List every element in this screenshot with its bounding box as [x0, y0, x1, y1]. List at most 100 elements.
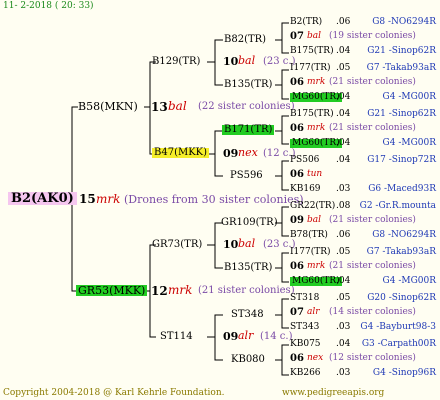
gen4-queen[interactable]: B78(TR): [290, 231, 328, 240]
gen4-queen[interactable]: B2(TR): [290, 18, 322, 27]
gen4-drone-breed: mrk: [307, 77, 326, 87]
gen4-source[interactable]: G7 -Takab93aR: [367, 248, 436, 257]
gen4-value: .03: [336, 322, 351, 332]
gen2-breed: alr: [238, 329, 254, 342]
gen4-source[interactable]: G3 -Carpath00R: [362, 340, 436, 349]
gen4-source[interactable]: G4 -MG00R: [383, 139, 436, 148]
gen2-queen[interactable]: B47(MKK): [152, 148, 210, 158]
gen4-drone-breed: tun: [307, 169, 323, 179]
gen4-source[interactable]: G17 -Sinop72R: [367, 156, 436, 165]
gen4-queen[interactable]: ST343: [290, 323, 319, 332]
gen2-breed: bal: [238, 237, 256, 250]
root-year: 15: [79, 192, 96, 206]
site-link[interactable]: www.pedigreeapis.org: [282, 389, 384, 398]
gen1-queen[interactable]: B58(MKN): [78, 101, 138, 112]
gen4-drone-breed: alr: [307, 307, 320, 317]
gen3-queen[interactable]: B135(TR): [224, 80, 272, 90]
gen2-year: 10: [223, 238, 239, 251]
gen4-value: .04: [336, 138, 351, 148]
gen1-queen[interactable]: GR53(MKK): [76, 285, 148, 296]
copyright-text: Copyright 2004-2018 @ Karl Kehrle Founda…: [3, 388, 225, 398]
gen4-queen[interactable]: MG60(TR): [290, 277, 342, 286]
gen4-value: .05: [336, 63, 351, 73]
gen1-note: (21 sister colonies): [198, 285, 295, 296]
gen4-drone-note: (21 sister colonies): [329, 123, 416, 133]
gen4-drone-year: 06: [290, 123, 304, 134]
gen4-value: .05: [336, 293, 351, 303]
gen4-drone-breed: mrk: [307, 123, 326, 133]
gen4-source[interactable]: G6 -Maced93R: [368, 185, 436, 194]
gen4-queen[interactable]: MG60(TR): [290, 93, 342, 102]
gen2-breed: nex: [238, 146, 258, 159]
gen3-queen[interactable]: GR109(TR): [221, 218, 278, 228]
gen4-value: .04: [336, 339, 351, 349]
date-stamp: 11- 2-2018 ( 20: 33): [3, 1, 94, 11]
gen4-value: .06: [336, 230, 351, 240]
gen4-value: .04: [336, 276, 351, 286]
gen3-queen[interactable]: B171(TR): [222, 125, 275, 135]
gen4-source[interactable]: G21 -Sinop62R: [367, 47, 436, 56]
gen3-queen[interactable]: B135(TR): [224, 263, 272, 273]
root-breed: mrk: [96, 192, 121, 206]
gen3-queen[interactable]: KB080: [231, 355, 265, 365]
gen4-value: .03: [336, 184, 351, 194]
gen4-queen[interactable]: KB075: [290, 340, 321, 349]
gen4-value: .04: [336, 155, 351, 165]
gen3-queen[interactable]: ST348: [231, 310, 264, 320]
gen4-drone-year: 06: [290, 77, 304, 88]
gen2-breed: bal: [238, 54, 256, 67]
gen4-source[interactable]: G7 -Takab93aR: [367, 64, 436, 73]
gen4-queen[interactable]: KB266: [290, 369, 321, 378]
gen4-source[interactable]: G20 -Sinop62R: [367, 294, 436, 303]
gen4-queen[interactable]: GR22(TR): [290, 202, 335, 211]
gen4-source[interactable]: G4 -MG00R: [383, 277, 436, 286]
gen4-queen[interactable]: PS506: [290, 156, 319, 165]
gen4-value: .08: [336, 201, 351, 211]
gen4-source[interactable]: G8 -NO6294R: [372, 18, 436, 27]
pedigree-canvas: 11- 2-2018 ( 20: 33) Copyright 2004-2018…: [0, 0, 440, 400]
gen4-value: .04: [336, 109, 351, 119]
gen4-value: .04: [336, 92, 351, 102]
gen4-drone-note: (21 sister colonies): [329, 215, 416, 225]
gen4-drone-note: (14 sister colonies): [329, 307, 416, 317]
gen4-queen[interactable]: I177(TR): [290, 248, 331, 257]
gen2-year: 09: [223, 147, 239, 160]
root-queen[interactable]: B2(AK0): [8, 192, 77, 205]
gen4-queen[interactable]: MG60(TR): [290, 139, 342, 148]
gen4-drone-year: 06: [290, 353, 304, 364]
gen4-drone-year: 07: [290, 307, 304, 318]
gen4-drone-year: 09: [290, 215, 304, 226]
gen4-queen[interactable]: B175(TR): [290, 47, 334, 56]
root-note: (Drones from 30 sister colonies): [124, 193, 304, 206]
gen4-queen[interactable]: B175(TR): [290, 110, 334, 119]
gen4-source[interactable]: G4 -Sinop96R: [373, 369, 436, 378]
gen2-queen[interactable]: ST114: [160, 332, 193, 342]
gen4-source[interactable]: G2 -Gr.R.mounta: [360, 202, 436, 211]
gen4-queen[interactable]: I177(TR): [290, 64, 331, 73]
gen2-queen[interactable]: GR73(TR): [152, 240, 202, 250]
gen4-drone-note: (21 sister colonies): [329, 77, 416, 87]
gen2-year: 09: [223, 330, 239, 343]
gen4-drone-breed: mrk: [307, 261, 326, 271]
gen4-source[interactable]: G4 -MG00R: [383, 93, 436, 102]
gen4-value: .05: [336, 247, 351, 257]
gen2-note: (14 c.): [260, 331, 293, 342]
gen1-breed: bal: [168, 99, 187, 113]
gen2-queen[interactable]: B129(TR): [152, 57, 200, 67]
gen4-queen[interactable]: KB169: [290, 185, 321, 194]
gen4-source[interactable]: G8 -NO6294R: [372, 231, 436, 240]
gen4-drone-note: (19 sister colonies): [329, 31, 416, 41]
gen4-source[interactable]: G21 -Sinop62R: [367, 110, 436, 119]
gen2-year: 10: [223, 55, 239, 68]
gen3-queen[interactable]: B82(TR): [224, 35, 266, 45]
gen4-value: .04: [336, 46, 351, 56]
gen4-source[interactable]: G4 -Bayburt98-3: [360, 323, 436, 332]
gen4-queen[interactable]: ST318: [290, 294, 319, 303]
gen4-drone-note: (12 sister colonies): [329, 353, 416, 363]
gen4-drone-year: 06: [290, 261, 304, 272]
gen4-drone-breed: nex: [307, 353, 324, 363]
gen1-breed: mrk: [168, 283, 193, 297]
gen4-drone-breed: bal: [307, 215, 322, 225]
gen4-drone-note: (21 sister colonies): [329, 261, 416, 271]
gen3-queen[interactable]: PS596: [230, 171, 263, 181]
